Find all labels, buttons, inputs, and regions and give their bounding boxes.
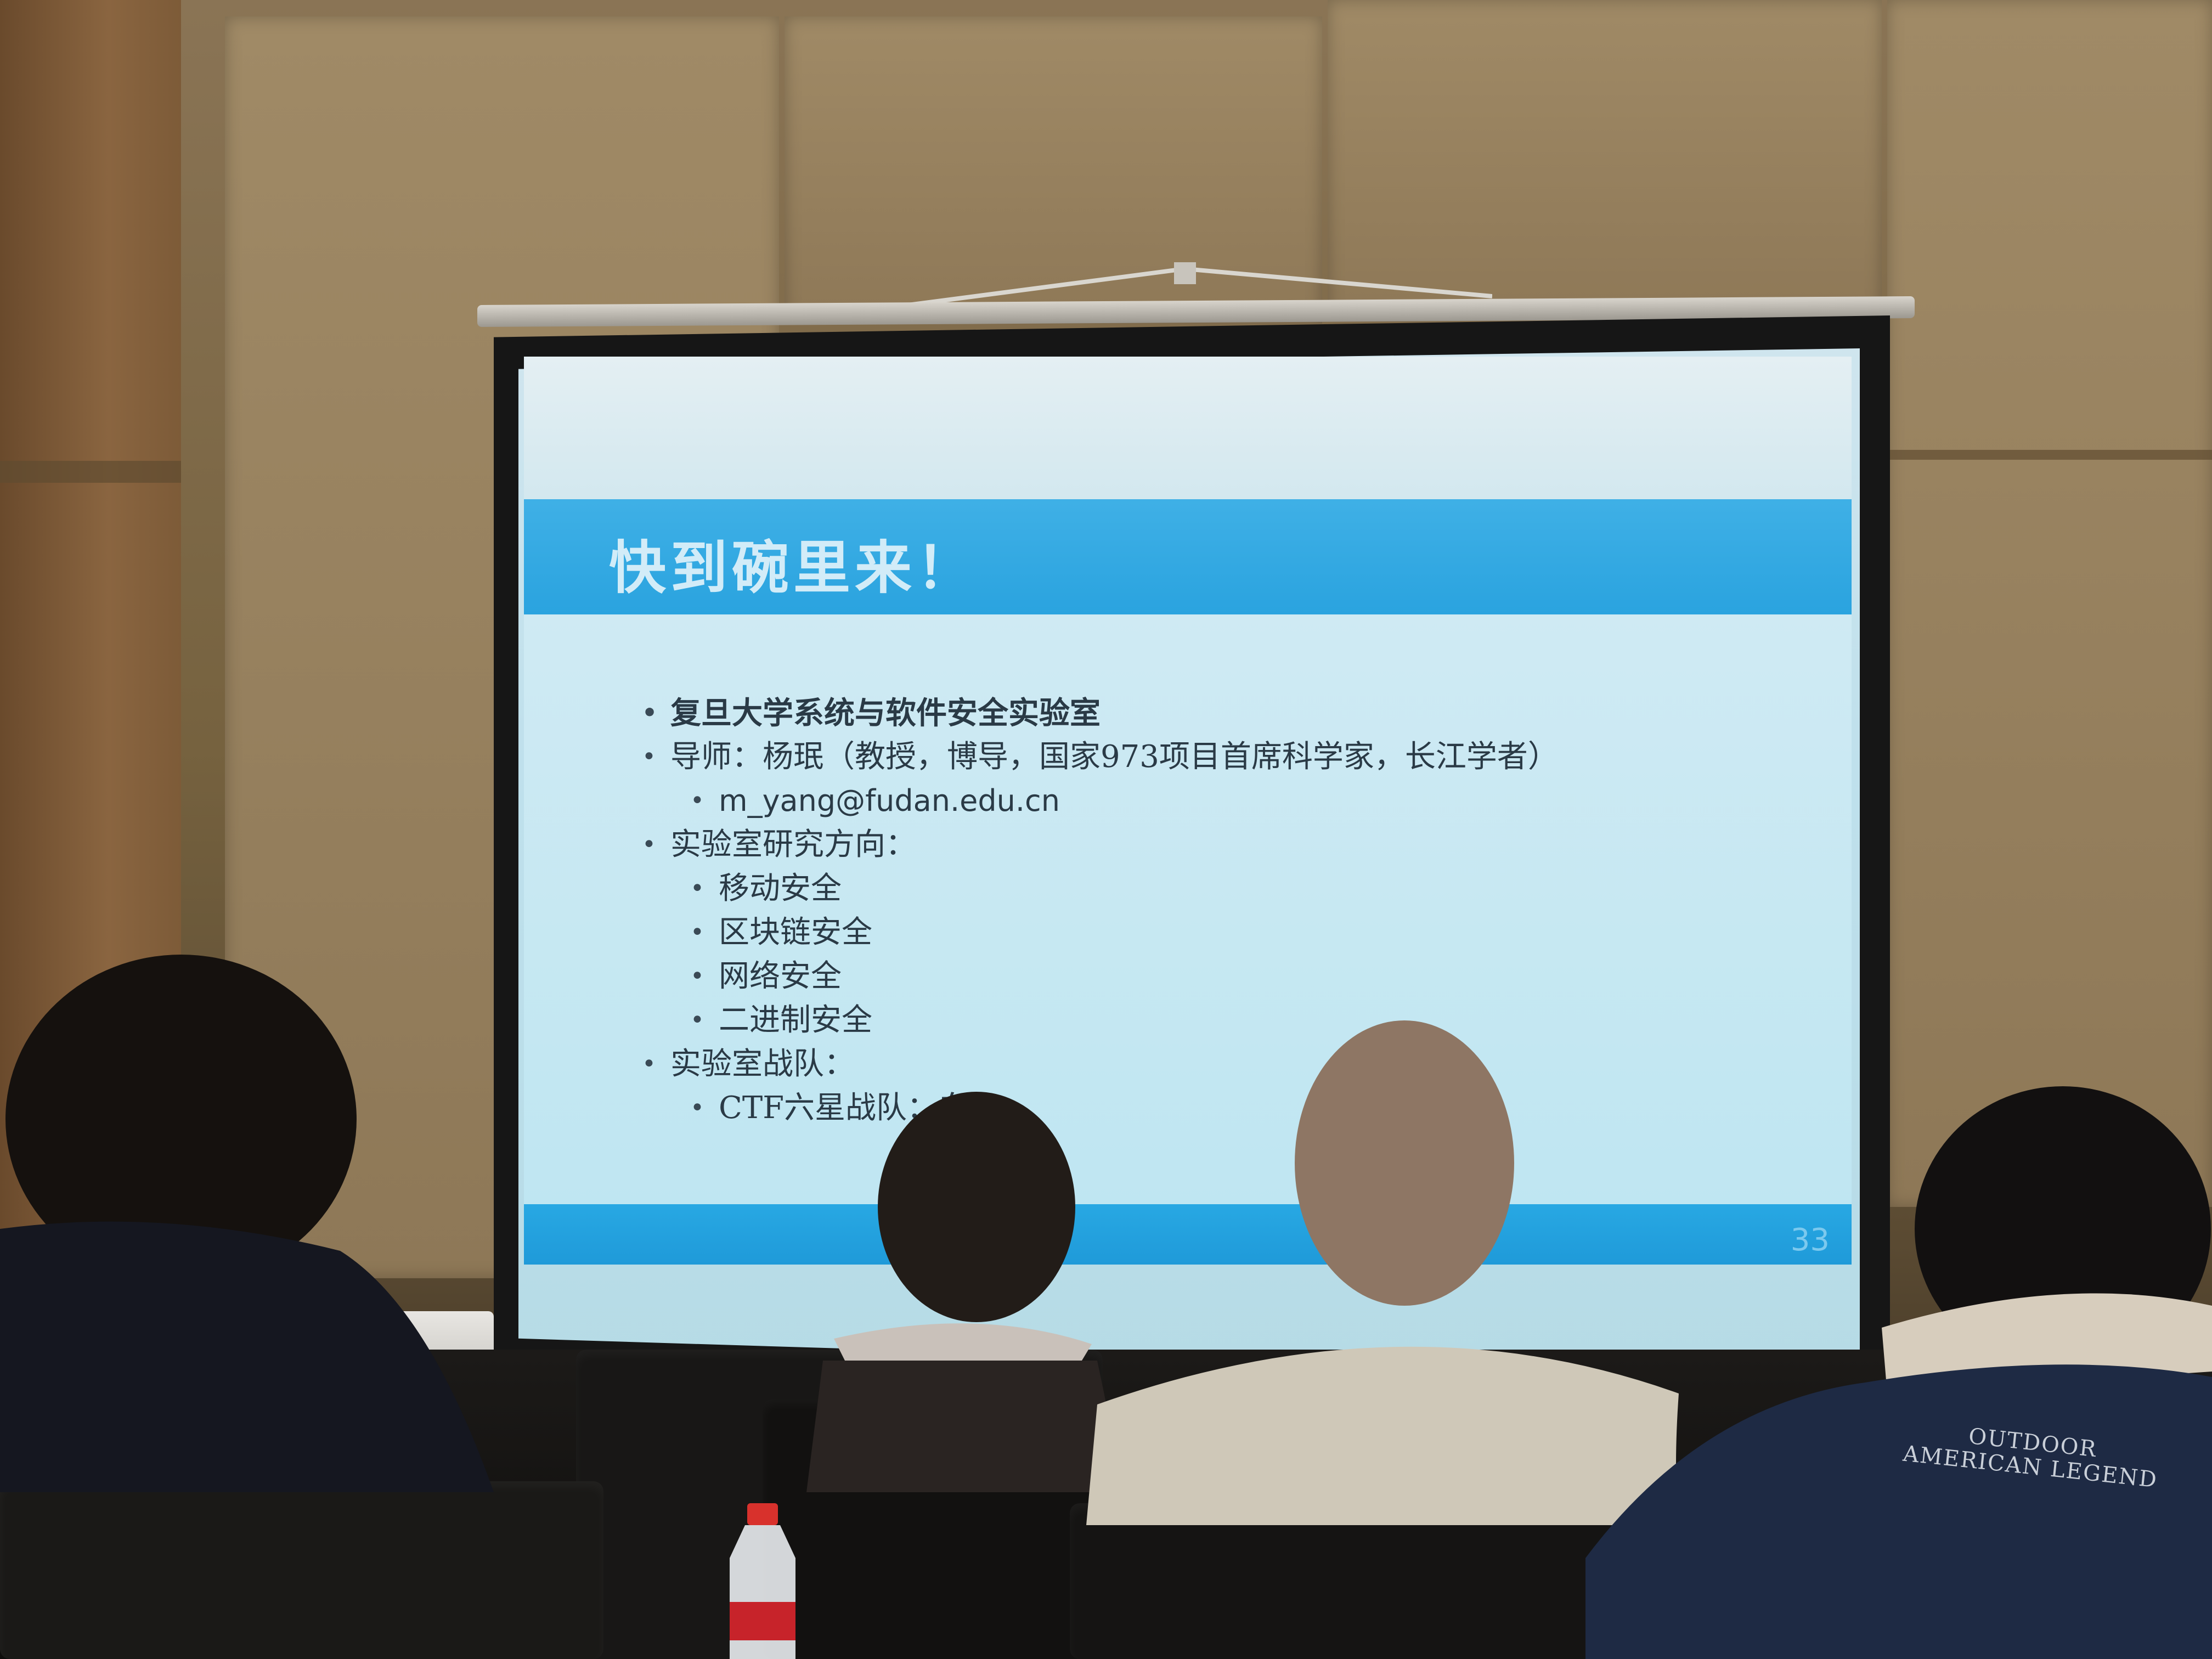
bullet-advisor-email: m_yang@fudan.edu.cn [642, 779, 1559, 823]
bullet-mobile-security: 移动安全 [642, 867, 1559, 911]
bullet-lab-name: 复旦大学系统与软件安全实验室 [642, 691, 1559, 735]
slide-top-band [524, 357, 1852, 499]
person-middle-head [878, 1092, 1075, 1322]
person-bald-body [1086, 1346, 1679, 1525]
wall-seam [1887, 450, 2212, 460]
conference-room-photo: 快到碗里来！ 复旦大学系统与软件安全实验室 导师：杨珉（教授，博导，国家973项… [0, 0, 2212, 1659]
audience-silhouettes [0, 955, 2212, 1659]
bullet-advisor: 导师：杨珉（教授，博导，国家973项目首席科学家，长江学者） [642, 735, 1559, 779]
bullet-research-directions: 实验室研究方向： [642, 823, 1559, 867]
water-bottle [730, 1503, 795, 1659]
person-middle-body [806, 1361, 1125, 1492]
wall-seam [0, 461, 181, 483]
slide-title: 快到碗里来！ [609, 534, 978, 601]
person-left-body [0, 1221, 494, 1492]
person-right-body [1585, 1364, 2212, 1659]
email-text: m_yang@fudan.edu.cn [719, 783, 1060, 818]
person-bald-head [1295, 1020, 1514, 1306]
